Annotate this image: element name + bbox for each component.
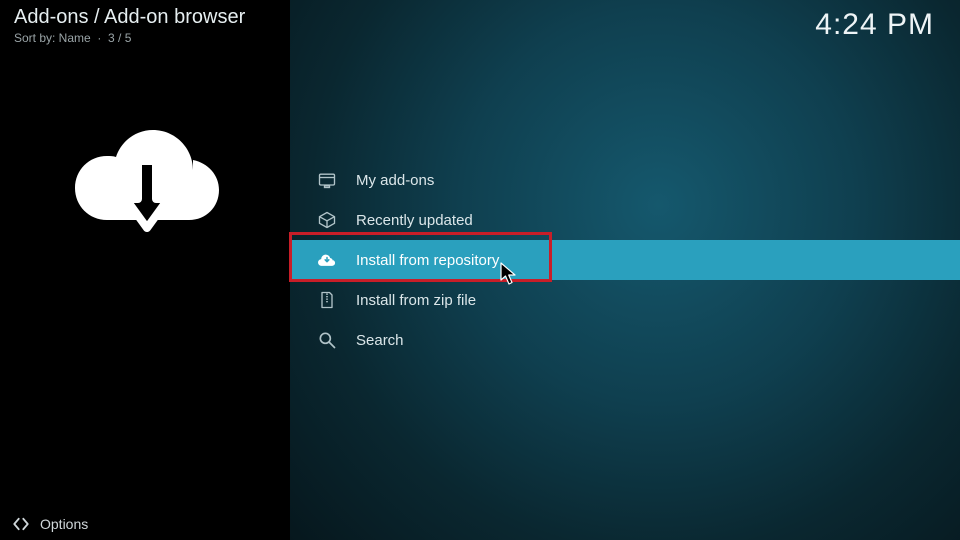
menu-item-label: Search bbox=[356, 332, 404, 349]
menu-item-label: My add-ons bbox=[356, 172, 434, 189]
sort-line: Sort by: Name · 3 / 5 bbox=[14, 31, 131, 45]
section-hero-icon bbox=[0, 120, 290, 255]
cloud-download-icon bbox=[316, 249, 338, 271]
sidebar: Add-ons / Add-on browser Sort by: Name ·… bbox=[0, 0, 290, 540]
sort-separator: · bbox=[94, 31, 108, 45]
menu-item-label: Install from repository bbox=[356, 252, 499, 269]
cloud-download-hero-icon bbox=[65, 237, 225, 254]
content-pane: 4:24 PM My add-ons bbox=[290, 0, 960, 540]
menu-item-recently-updated[interactable]: Recently updated bbox=[290, 200, 960, 240]
clock: 4:24 PM bbox=[815, 8, 934, 42]
menu-item-my-addons[interactable]: My add-ons bbox=[290, 160, 960, 200]
sort-label: Sort by: Name bbox=[14, 31, 91, 45]
menu-item-label: Recently updated bbox=[356, 212, 473, 229]
options-arrows-icon bbox=[12, 515, 30, 533]
app-root: Add-ons / Add-on browser Sort by: Name ·… bbox=[0, 0, 960, 540]
menu-item-search[interactable]: Search bbox=[290, 320, 960, 360]
menu-item-install-from-repository[interactable]: Install from repository bbox=[290, 240, 960, 280]
zip-file-icon bbox=[316, 289, 338, 311]
breadcrumb: Add-ons / Add-on browser bbox=[14, 6, 245, 29]
menu-item-label: Install from zip file bbox=[356, 292, 476, 309]
addon-browser-menu: My add-ons Recently updated bbox=[290, 160, 960, 360]
box-open-icon bbox=[316, 209, 338, 231]
addons-icon bbox=[316, 169, 338, 191]
footer-options-label: Options bbox=[40, 516, 88, 532]
menu-item-install-from-zip[interactable]: Install from zip file bbox=[290, 280, 960, 320]
footer-options[interactable]: Options bbox=[0, 508, 290, 540]
search-icon bbox=[316, 329, 338, 351]
list-position: 3 / 5 bbox=[108, 31, 131, 45]
